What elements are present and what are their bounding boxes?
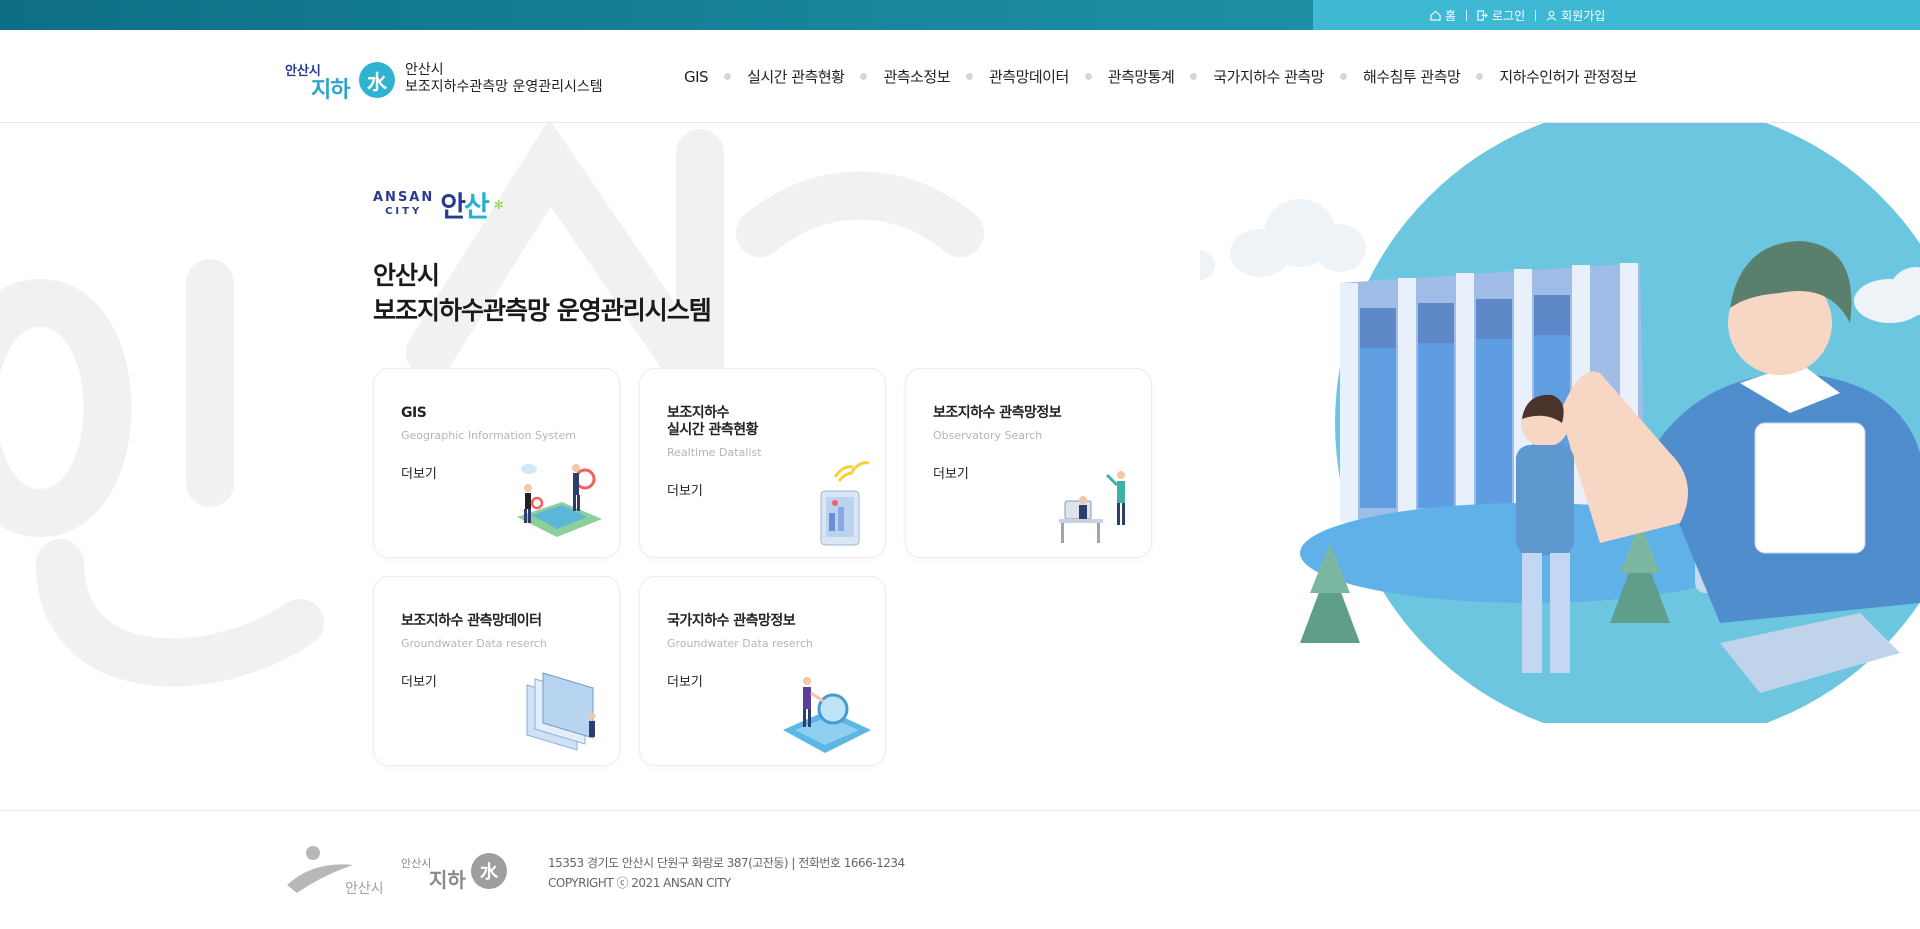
nav-separator-dot <box>1190 73 1198 80</box>
nav-separator-dot <box>860 73 868 80</box>
nav-station-info[interactable]: 관측소정보 <box>883 66 950 87</box>
computer-desk-illustration <box>1059 471 1125 543</box>
card-more-link[interactable]: 더보기 <box>401 463 437 482</box>
hero-title-line-2: 보조지하수관측망 운영관리시스템 <box>373 296 712 325</box>
card-realtime[interactable]: 보조지하수 실시간 관측현황 Realtime Datalist 더보기 <box>639 368 886 558</box>
brand-korean-b: 산 <box>464 190 490 223</box>
documents-illustration <box>526 672 596 751</box>
brand-english-line-1: ANSAN <box>373 190 435 205</box>
login-link-label: 로그인 <box>1492 8 1526 23</box>
card-subtitle: Geographic Information System <box>401 429 577 442</box>
brand-english-line-2: CITY <box>385 206 423 217</box>
card-title: 보조지하수 관측망데이터 <box>401 613 542 629</box>
logo-mark: 안산시 지하 水 <box>283 58 399 103</box>
home-link-label: 홈 <box>1445 8 1457 23</box>
brand-korean-a: 안 <box>440 190 466 223</box>
nav-gis[interactable]: GIS <box>684 68 709 86</box>
sparkle-icon: ✻ <box>493 198 504 212</box>
footer-logo-small: 안산시 <box>401 857 431 870</box>
logo-line-2: 보조지하수관측망 운영관리시스템 <box>405 79 603 95</box>
nav-separator-dot <box>724 73 732 80</box>
footer-address: 15353 경기도 안산시 단원구 화랑로 387(고잔동) | 전화번호 16… <box>548 856 905 870</box>
footer-info: 15353 경기도 안산시 단원구 화랑로 387(고잔동) | 전화번호 16… <box>548 853 905 893</box>
login-link[interactable]: 로그인 <box>1477 7 1525 24</box>
home-link[interactable]: 홈 <box>1430 7 1456 24</box>
card-title: GIS <box>401 405 427 421</box>
card-title: 보조지하수 실시간 관측현황 <box>667 405 759 438</box>
map-people-illustration <box>517 464 602 537</box>
top-utility-bar-accent <box>1313 0 1920 30</box>
divider <box>1535 9 1537 21</box>
card-more-link[interactable]: 더보기 <box>933 463 969 482</box>
nav-seawater-network[interactable]: 해수침투 관측망 <box>1363 66 1461 87</box>
footer-copyright: COPYRIGHT ⓒ 2021 ANSAN CITY <box>548 876 731 890</box>
signup-link-label: 회원가입 <box>1561 8 1606 23</box>
signup-link[interactable]: 회원가입 <box>1546 7 1605 24</box>
card-more-link[interactable]: 더보기 <box>667 480 703 499</box>
nav-network-data[interactable]: 관측망데이터 <box>989 66 1069 87</box>
footer-logo-big: 지하 <box>429 868 466 892</box>
hero-illustration <box>1200 123 1920 723</box>
home-icon <box>1430 10 1441 21</box>
card-subtitle: Groundwater Data reserch <box>667 637 813 650</box>
top-utility-bar: 홈 로그인 회원가입 <box>0 0 1920 30</box>
brand-korean: 안산 <box>440 185 490 225</box>
nav-permit-wells[interactable]: 지하수인허가 관정정보 <box>1499 66 1637 87</box>
card-network-data[interactable]: 보조지하수 관측망데이터 Groundwater Data reserch 더보… <box>373 576 620 766</box>
site-header: 안산시 지하 水 안산시 보조지하수관측망 운영관리시스템 GIS 실시간 관측… <box>0 30 1920 123</box>
card-title: 국가지하수 관측망정보 <box>667 613 796 629</box>
card-observatory[interactable]: 보조지하수 관측망정보 Observatory Search 더보기 <box>905 368 1152 558</box>
card-subtitle: Groundwater Data reserch <box>401 637 547 650</box>
footer-logo: 안산시 안산시 지하 水 <box>287 846 507 897</box>
logo-text: 안산시 보조지하수관측망 운영관리시스템 <box>405 62 603 96</box>
brand-english: ANSAN CITY <box>373 191 434 219</box>
logo-big-text: 지하 <box>311 78 350 103</box>
card-more-link[interactable]: 더보기 <box>401 671 437 690</box>
site-logo[interactable]: 안산시 지하 水 안산시 보조지하수관측망 운영관리시스템 <box>283 58 603 103</box>
card-title: 보조지하수 관측망정보 <box>933 405 1062 421</box>
card-subtitle: Observatory Search <box>933 429 1043 442</box>
nav-network-stats[interactable]: 관측망통계 <box>1108 66 1175 87</box>
utility-links: 홈 로그인 회원가입 <box>1430 0 1605 30</box>
card-gis[interactable]: GIS Geographic Information System 더보기 <box>373 368 620 558</box>
nav-realtime[interactable]: 실시간 관측현황 <box>747 66 845 87</box>
tablet-signal-illustration <box>820 461 870 546</box>
main-nav: GIS 실시간 관측현황 관측소정보 관측망데이터 관측망통계 국가지하수 관측… <box>684 30 1637 123</box>
card-more-link[interactable]: 더보기 <box>667 671 703 690</box>
water-drop-icon: 水 <box>359 62 395 98</box>
ansan-city-brand: ANSAN CITY 안산 ✻ <box>373 185 504 225</box>
hero-section: ANSAN CITY 안산 ✻ 안산시 보조지하수관측망 운영관리시스템 GIS… <box>0 123 1920 810</box>
user-icon <box>1547 10 1557 21</box>
hero-title-line-1: 안산시 <box>373 261 440 290</box>
nav-national-network[interactable]: 국가지하수 관측망 <box>1213 66 1324 87</box>
magnifier-person-illustration <box>783 677 871 753</box>
login-icon <box>1477 9 1488 21</box>
logo-line-1: 안산시 <box>405 62 444 78</box>
nav-separator-dot <box>1339 73 1347 80</box>
nav-separator-dot <box>1476 73 1484 80</box>
card-national-network[interactable]: 국가지하수 관측망정보 Groundwater Data reserch 더보기 <box>639 576 886 766</box>
divider <box>1466 9 1468 21</box>
nav-separator-dot <box>965 73 973 80</box>
footer-logo-badge: 水 <box>480 861 499 883</box>
card-subtitle: Realtime Datalist <box>667 446 762 459</box>
footer-logo-city: 안산시 <box>345 881 384 897</box>
site-footer: 안산시 안산시 지하 水 15353 경기도 안산시 단원구 화랑로 387(고… <box>0 810 1920 929</box>
nav-separator-dot <box>1084 73 1092 80</box>
